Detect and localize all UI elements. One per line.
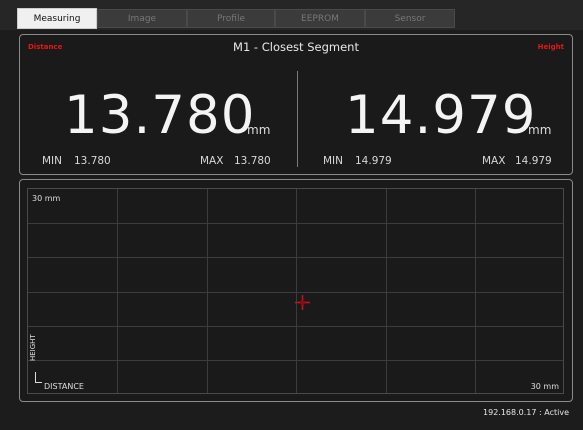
distance-value: 13.780 [64, 85, 256, 146]
plot-grid: 30 mm 30 mm HEIGHT DISTANCE [27, 188, 564, 394]
measurement-point-marker [295, 295, 310, 310]
height-max-label: MAX [482, 155, 506, 167]
grid-line-h3 [28, 292, 563, 293]
x-axis-label: DISTANCE [44, 382, 84, 391]
tab-bar: Measuring Image Profile EEPROM Sensor [0, 0, 583, 30]
tab-measuring[interactable]: Measuring [17, 8, 97, 29]
tab-eeprom[interactable]: EEPROM [275, 9, 365, 28]
panel-divider [297, 71, 298, 167]
grid-line-h5 [28, 360, 563, 361]
distance-max-label: MAX [200, 155, 224, 167]
grid-line-h1 [28, 223, 563, 224]
connection-status: 192.168.0.17 : Active [483, 408, 569, 417]
x-max-label: 30 mm [530, 382, 559, 391]
grid-line-v4 [386, 189, 387, 393]
grid-line-h2 [28, 257, 563, 258]
measurement-panel: Distance Height M1 - Closest Segment 13.… [19, 34, 573, 175]
distance-min-label: MIN [42, 155, 63, 167]
segment-title: M1 - Closest Segment [233, 40, 359, 54]
height-max-value: 14.979 [515, 155, 552, 167]
height-min-value: 14.979 [355, 155, 392, 167]
profile-plot-panel: 30 mm 30 mm HEIGHT DISTANCE [19, 179, 573, 402]
distance-min-value: 13.780 [74, 155, 111, 167]
grid-line-v2 [207, 189, 208, 393]
tab-profile[interactable]: Profile [187, 9, 275, 28]
height-value: 14.979 [345, 85, 537, 146]
grid-line-v1 [117, 189, 118, 393]
tab-sensor[interactable]: Sensor [365, 9, 455, 28]
grid-line-h4 [28, 326, 563, 327]
y-axis-label: HEIGHT [29, 334, 37, 361]
distance-max-value: 13.780 [234, 155, 271, 167]
grid-line-v3 [296, 189, 297, 393]
distance-unit: mm [247, 123, 271, 137]
grid-line-v5 [475, 189, 476, 393]
height-unit: mm [528, 123, 552, 137]
height-min-label: MIN [323, 155, 344, 167]
axis-origin-marker [35, 372, 42, 383]
y-max-label: 30 mm [32, 194, 61, 203]
tab-image[interactable]: Image [97, 9, 187, 28]
